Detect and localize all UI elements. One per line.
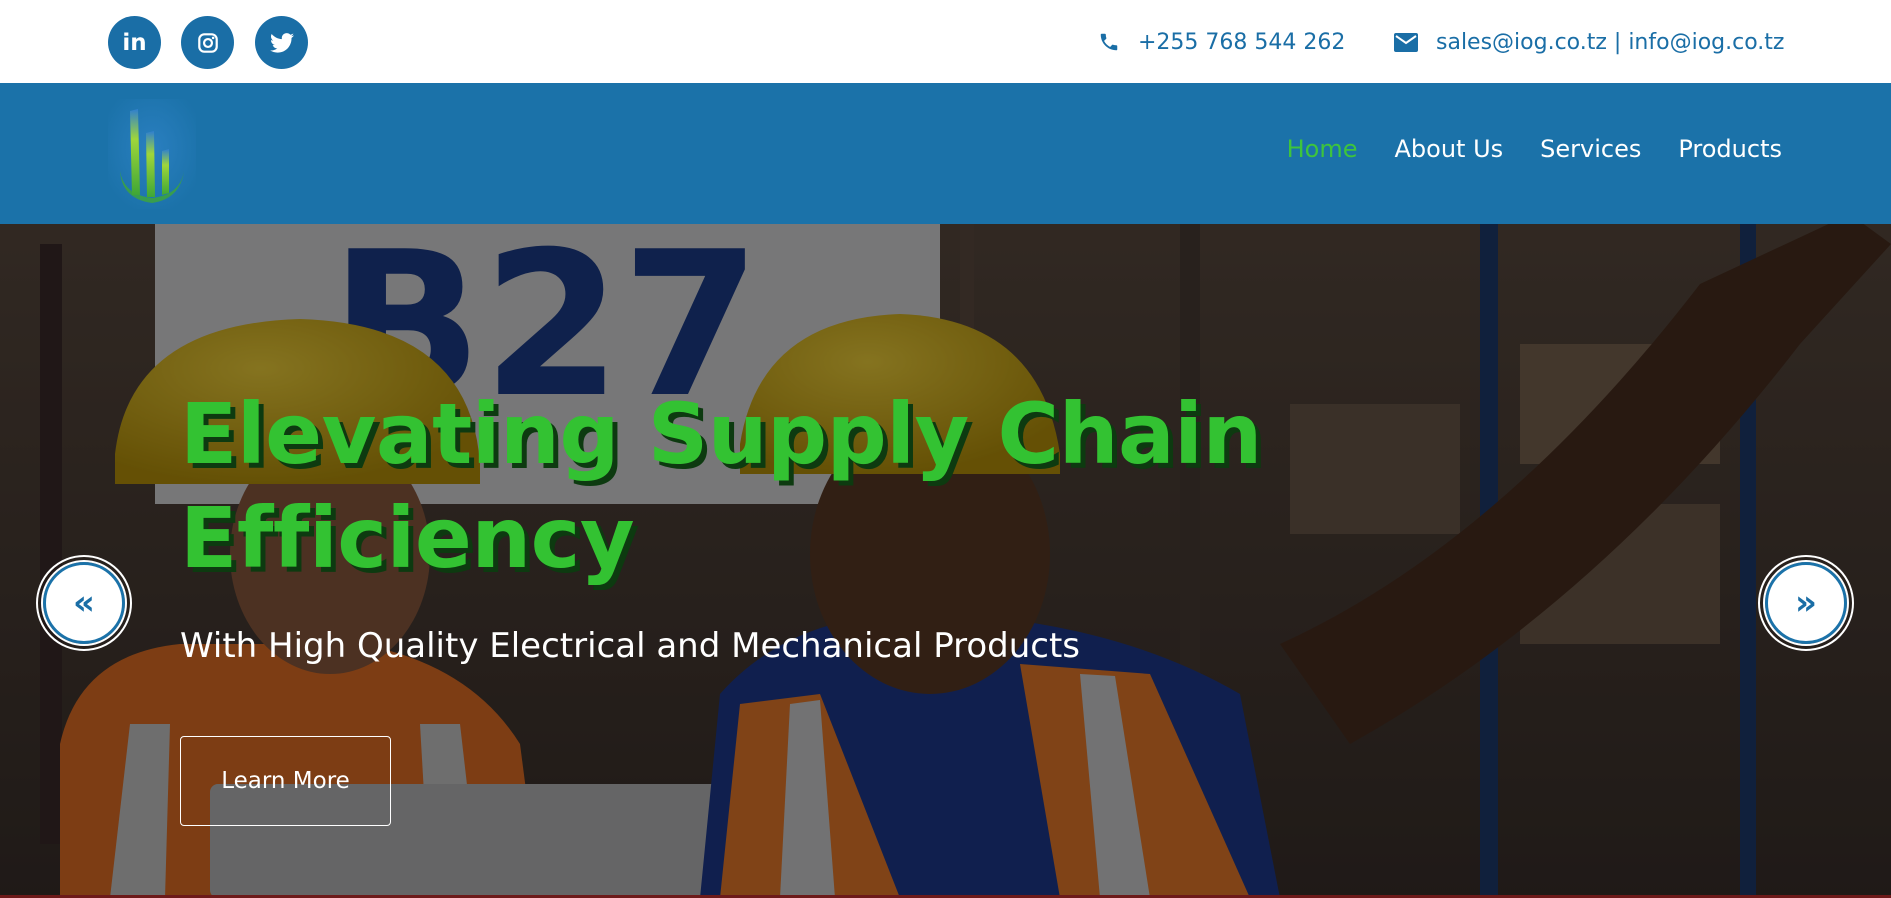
slider-next-button[interactable]: » xyxy=(1758,555,1854,651)
hero-headline-line1: Elevating Supply Chain xyxy=(180,385,1262,483)
nav-home[interactable]: Home xyxy=(1287,135,1358,163)
slider-prev-button[interactable]: « xyxy=(36,555,132,651)
hero-headline: Elevating Supply Chain Efficiency xyxy=(180,382,1380,590)
nav-products[interactable]: Products xyxy=(1678,135,1782,163)
instagram-link[interactable] xyxy=(181,16,234,69)
hero-subheadline: With High Quality Electrical and Mechani… xyxy=(180,626,1081,666)
nav-services[interactable]: Services xyxy=(1540,135,1641,163)
primary-nav: Home About Us Services Products xyxy=(1287,135,1782,163)
twitter-icon xyxy=(269,32,294,53)
linkedin-link[interactable]: in xyxy=(108,16,161,69)
learn-more-button[interactable]: Learn More xyxy=(180,736,391,826)
double-chevron-right-icon: » xyxy=(1763,560,1849,646)
instagram-icon xyxy=(197,32,218,53)
mail-icon xyxy=(1394,32,1418,52)
email-contact[interactable]: sales@iog.co.tz | info@iog.co.tz xyxy=(1394,25,1784,59)
top-bar: in +255 768 544 262 sales@iog.co.tz | in… xyxy=(0,0,1891,83)
linkedin-icon: in xyxy=(122,29,147,56)
logo-icon xyxy=(108,99,196,209)
twitter-link[interactable] xyxy=(255,16,308,69)
main-navbar: Home About Us Services Products xyxy=(0,83,1891,224)
phone-icon xyxy=(1098,31,1120,53)
phone-contact[interactable]: +255 768 544 262 xyxy=(1098,25,1345,59)
hero-slider: B27 Elevating Supply Chain Efficiency Wi… xyxy=(0,224,1891,898)
phone-number: +255 768 544 262 xyxy=(1138,29,1346,55)
company-logo[interactable] xyxy=(108,99,196,209)
email-addresses: sales@iog.co.tz | info@iog.co.tz xyxy=(1436,29,1785,55)
double-chevron-left-icon: « xyxy=(41,560,127,646)
hero-headline-line2: Efficiency xyxy=(180,489,635,587)
nav-about-us[interactable]: About Us xyxy=(1395,135,1504,163)
